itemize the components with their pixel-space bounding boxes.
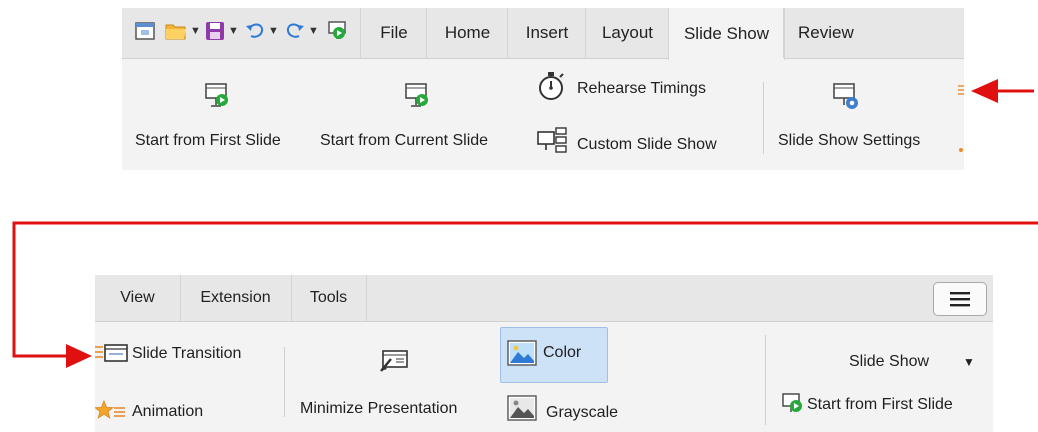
animation-button[interactable]: Animation	[132, 403, 203, 421]
slide-transition-button[interactable]: Slide Transition	[132, 345, 241, 363]
tab-view[interactable]: View	[95, 275, 181, 321]
animation-icon[interactable]	[93, 399, 127, 428]
chevron-down-icon[interactable]: ▼	[963, 355, 975, 369]
tab-tools[interactable]: Tools	[291, 275, 367, 321]
group-separator	[765, 335, 766, 425]
hamburger-icon	[950, 292, 970, 307]
tab-tools-label: Tools	[309, 289, 348, 306]
slide-transition-icon[interactable]	[95, 343, 129, 370]
grayscale-button[interactable]: Grayscale	[546, 404, 618, 422]
color-picture-icon	[507, 340, 537, 371]
bottom-toolbar: View Extension Tools Slide Transition An…	[93, 275, 993, 432]
slide-show-dropdown[interactable]: Slide Show	[849, 353, 929, 371]
color-label: Color	[543, 344, 582, 361]
start-first-slide-small-icon[interactable]	[781, 392, 807, 421]
minimize-presentation-icon[interactable]	[378, 347, 410, 380]
group-separator	[284, 347, 285, 417]
color-button[interactable]: Color	[500, 327, 608, 383]
grayscale-picture-icon[interactable]	[507, 395, 537, 426]
tab-extension-label: Extension	[200, 289, 271, 306]
tab-view-label: View	[120, 289, 155, 306]
tab-extension[interactable]: Extension	[180, 275, 292, 321]
hamburger-menu-button[interactable]	[933, 282, 987, 316]
bottom-tab-row: View Extension Tools	[95, 275, 993, 322]
start-first-slide-button-2[interactable]: Start from First Slide	[807, 396, 953, 414]
minimize-presentation-button[interactable]: Minimize Presentation	[300, 400, 457, 418]
